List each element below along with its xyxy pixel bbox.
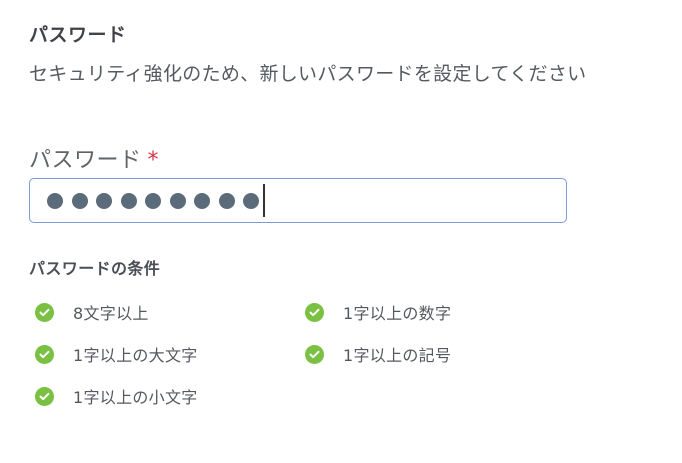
mask-dot <box>71 192 88 209</box>
password-field-label: パスワード * <box>29 142 159 174</box>
mask-dot <box>218 192 235 209</box>
mask-dot <box>47 192 63 209</box>
requirement-number: 1字以上の数字 <box>305 300 451 324</box>
mask-dot <box>145 192 161 209</box>
page-title: パスワード <box>29 24 127 46</box>
page-subtitle: セキュリティ強化のため、新しいパスワードを設定してください <box>29 63 587 85</box>
check-circle-icon <box>35 344 54 364</box>
check-circle-icon <box>35 386 54 406</box>
requirement-label: 1字以上の記号 <box>343 346 452 365</box>
password-input[interactable] <box>29 178 567 223</box>
mask-dot <box>194 192 210 209</box>
check-circle-icon <box>305 344 324 364</box>
mask-dot <box>120 192 137 209</box>
requirement-lowercase: 1字以上の小文字 <box>35 384 198 408</box>
mask-dot <box>243 192 259 209</box>
mask-dot <box>169 192 186 209</box>
requirement-label: 1字以上の大文字 <box>73 346 198 365</box>
text-caret <box>263 184 265 217</box>
mask-dot <box>96 192 112 209</box>
check-circle-icon <box>305 302 324 322</box>
password-label-text: パスワード <box>29 148 142 173</box>
required-mark: * <box>147 148 160 173</box>
requirements-heading: パスワードの条件 <box>29 259 161 278</box>
requirement-min-length: 8文字以上 <box>35 300 149 324</box>
requirement-label: 1字以上の小文字 <box>73 388 198 407</box>
password-mask <box>47 192 259 209</box>
requirement-uppercase: 1字以上の大文字 <box>35 342 198 366</box>
requirement-label: 1字以上の数字 <box>343 304 452 323</box>
requirement-symbol: 1字以上の記号 <box>305 342 451 366</box>
check-circle-icon <box>35 302 54 322</box>
requirement-label: 8文字以上 <box>73 304 149 323</box>
